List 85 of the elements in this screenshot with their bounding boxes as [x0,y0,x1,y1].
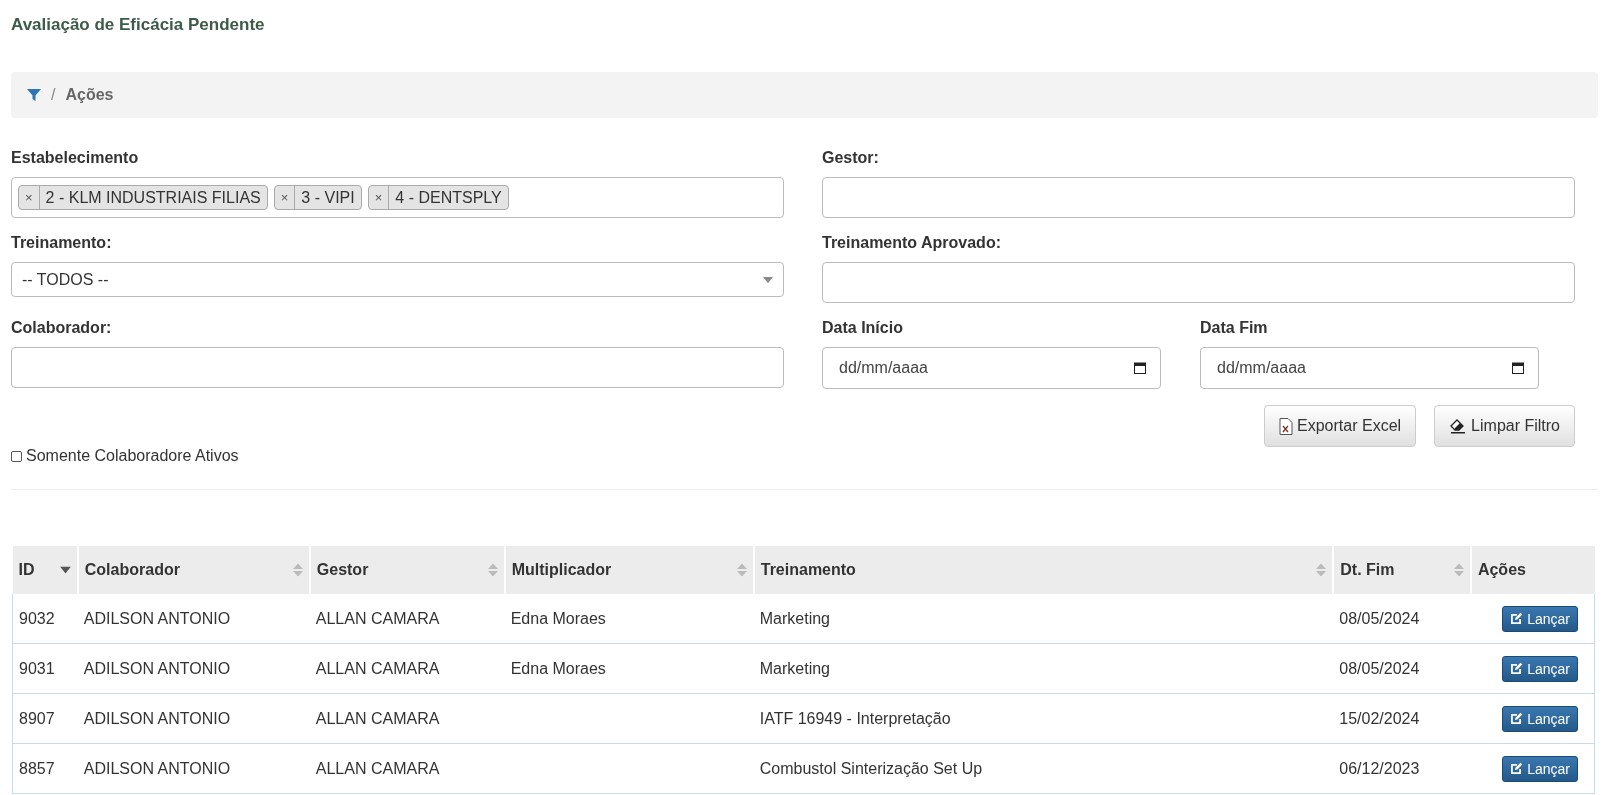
breadcrumb-current: Ações [65,86,114,104]
edit-icon [1510,612,1524,625]
column-header-cell[interactable]: Multiplicador [504,546,754,594]
table-cell: 06/12/2023 [1339,759,1420,777]
column-header-label: Gestor [316,561,369,578]
column-header-label: Treinamento [760,561,856,578]
input-field[interactable] [11,347,784,388]
launch-button[interactable]: Lançar [1502,705,1578,732]
remove-tag-button[interactable]: × [274,186,296,209]
table-cell: ALLAN CAMARA [315,759,440,777]
column-header-label: Dt. Fim [1340,561,1395,578]
table-cell: Marketing [759,609,830,627]
date-placeholder: dd/mm/aaaa [839,359,928,377]
edit-icon [1510,762,1524,775]
calendar-icon[interactable] [1134,362,1146,374]
date-field[interactable]: dd/mm/aaaa [822,347,1161,389]
breadcrumb-separator: / [51,86,56,104]
table-cell: 9031 [19,659,55,677]
table-cell: ALLAN CAMARA [315,659,440,677]
edit-icon [1510,662,1524,675]
tag-label: 4 - DENTSPLY [394,188,503,207]
column-header-label: ID [18,561,35,578]
export-excel-button[interactable]: Exportar Excel [1264,405,1417,447]
eraser-icon [1449,418,1468,434]
select-value: -- TODOS -- [22,270,109,289]
table-cell: 9032 [19,609,55,627]
column-header-cell[interactable]: Gestor [309,546,505,594]
remove-tag-button[interactable]: × [19,186,40,209]
table-cell: IATF 16949 - Interpretação [759,709,951,727]
sort-descending-icon[interactable] [59,566,71,574]
checkbox-label: Somente Colaboradore Ativos [26,447,239,465]
field-label: Treinamento: [11,233,113,253]
remove-tag-button[interactable]: × [368,186,390,209]
clear-filter-button[interactable]: Limpar Filtro [1434,405,1575,447]
field-label: Gestor: [822,148,880,168]
excel-file-icon [1279,417,1294,435]
field-label: Data Fim [1200,318,1269,338]
table-cell: 08/05/2024 [1339,609,1420,627]
column-header-label: Colaborador [84,561,180,578]
column-header: Ações [1470,546,1595,594]
column-header-cell[interactable]: Treinamento [753,546,1334,594]
tag-label: 3 - VIPI [300,188,356,207]
launch-button[interactable]: Lançar [1502,755,1578,782]
table-cell: 15/02/2024 [1339,709,1420,727]
table-cell: Edna Moraes [510,609,606,627]
column-header-cell[interactable]: Colaborador [77,546,310,594]
column-header-cell[interactable]: ID [12,546,78,594]
field-label: Treinamento Aprovado: [822,233,1002,253]
tag-label: 2 - KLM INDUSTRIAIS FILIAS [44,188,262,207]
table-cell: Combustol Sinterização Set Up [759,759,983,777]
select-field[interactable]: -- TODOS -- [11,262,784,297]
table-cell: ALLAN CAMARA [315,709,440,727]
input-field[interactable] [822,262,1575,303]
table-cell: ADILSON ANTONIO [83,609,231,627]
field-label: Colaborador: [11,318,113,338]
field-label: Data Início [822,318,904,338]
launch-button[interactable]: Lançar [1502,655,1578,682]
sort-icon[interactable] [1316,563,1327,577]
calendar-icon[interactable] [1512,362,1524,374]
table-cell: ADILSON ANTONIO [83,709,231,727]
table-cell: Edna Moraes [510,659,606,677]
date-placeholder: dd/mm/aaaa [1217,359,1306,377]
sort-icon[interactable] [736,563,747,577]
table-cell: ALLAN CAMARA [315,609,440,627]
sort-icon[interactable] [487,563,498,577]
column-header-label: Multiplicador [511,561,612,578]
edit-icon [1510,712,1524,725]
table-cell: ADILSON ANTONIO [83,759,231,777]
sort-icon[interactable] [1453,563,1464,577]
table-cell: Marketing [759,659,830,677]
date-field[interactable]: dd/mm/aaaa [1200,347,1539,389]
field-label: Estabelecimento [11,148,140,168]
table-cell: 8857 [19,759,55,777]
table-cell: 8907 [19,709,55,727]
filter-icon[interactable] [27,88,41,102]
caret-icon [763,276,773,283]
table-cell: 08/05/2024 [1339,659,1420,677]
sort-icon[interactable] [292,563,303,577]
launch-button[interactable]: Lançar [1502,605,1578,632]
table-cell: ADILSON ANTONIO [83,659,231,677]
column-header-cell[interactable]: Dt. Fim [1333,546,1471,594]
multi-select-field[interactable]: × 2 - KLM INDUSTRIAIS FILIAS × 3 - VIPI × 4 - DENTSPLY [11,177,784,218]
input-field[interactable] [822,177,1575,218]
checkbox[interactable] [11,450,22,462]
page-title: Avaliação de Eficácia Pendente [11,14,266,36]
